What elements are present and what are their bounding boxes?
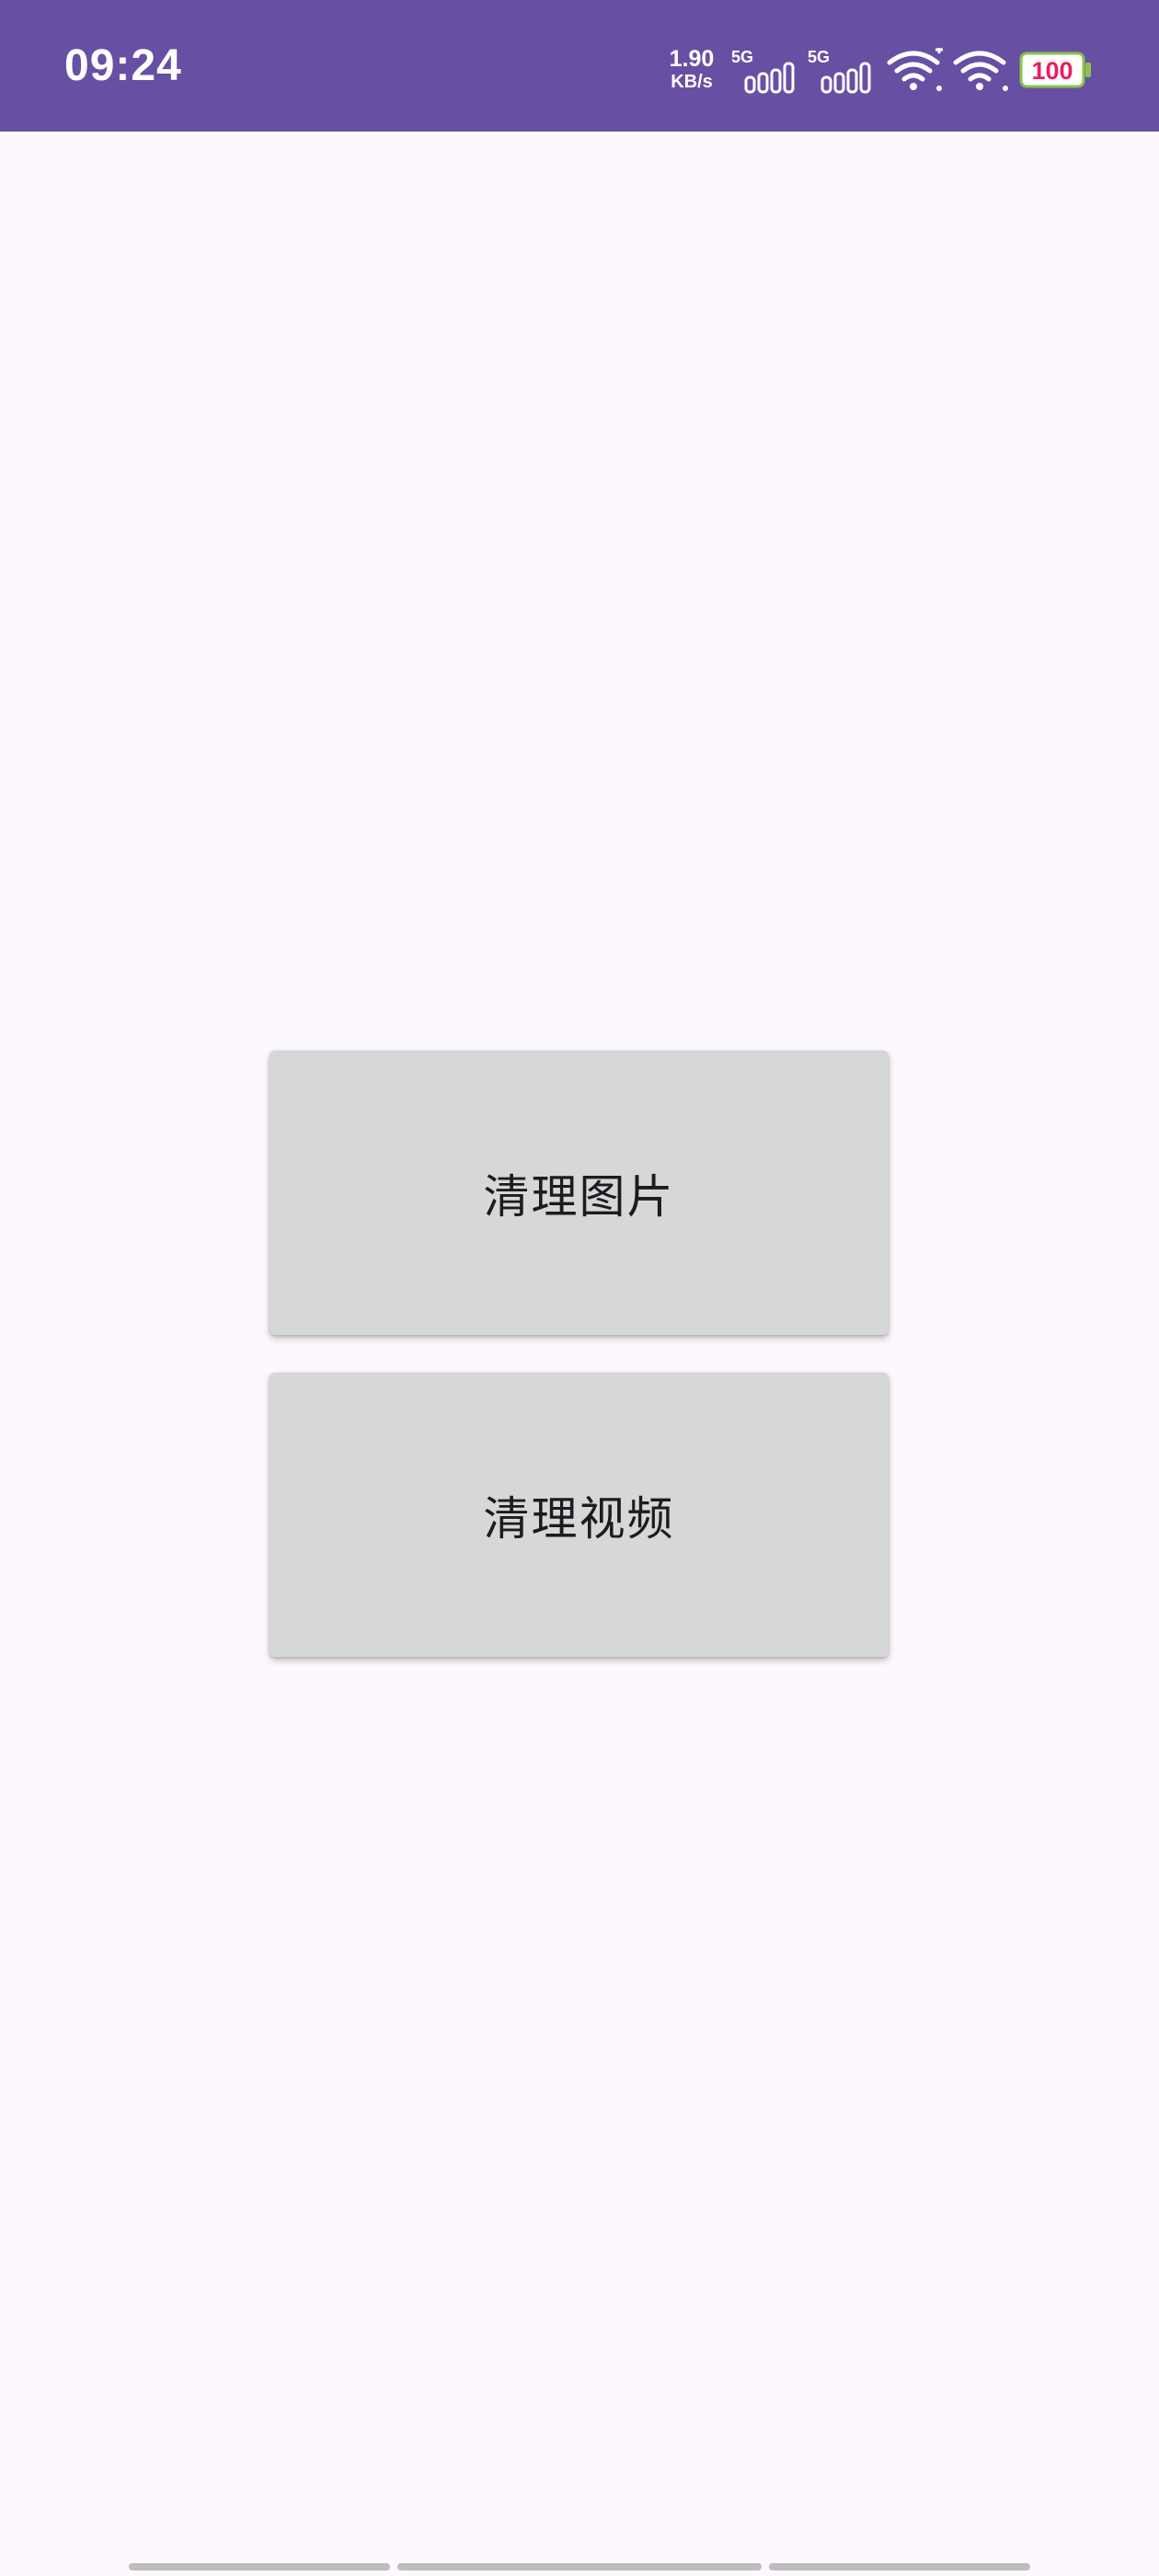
- clean-videos-button[interactable]: 清理视频: [270, 1373, 889, 1657]
- status-bar: 09:24 1.90 KB/s 5G 5G 100: [0, 0, 1159, 132]
- clean-videos-label: 清理视频: [483, 1491, 675, 1546]
- status-time: 09:24: [64, 41, 182, 90]
- clean-images-button[interactable]: 清理图片: [270, 1051, 889, 1335]
- battery-level-text: 100: [1031, 57, 1073, 85]
- wifi-icon: [953, 51, 1008, 91]
- battery-icon: 100: [1019, 52, 1091, 88]
- signal-5g-icon: 5G: [808, 48, 877, 94]
- gesture-bar-segment: [129, 2563, 390, 2570]
- network-speed-unit: KB/s: [671, 72, 713, 92]
- wifi-icon: [887, 48, 943, 91]
- network-speed: 1.90 KB/s: [664, 46, 719, 92]
- network-speed-value: 1.90: [669, 46, 715, 72]
- gesture-bar-segment: [769, 2563, 1030, 2570]
- gesture-bar-segment: [397, 2563, 762, 2570]
- clean-images-label: 清理图片: [483, 1169, 675, 1224]
- signal-5g-icon: 5G: [731, 48, 800, 94]
